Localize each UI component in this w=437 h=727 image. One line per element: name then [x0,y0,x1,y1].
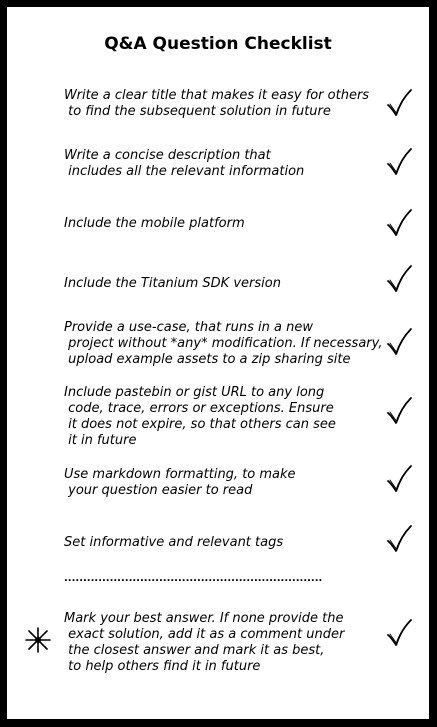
asterisk-star-icon [25,627,51,653]
checkmark-icon [387,265,412,292]
checklist-item-tags: Set informative and relevant tags [64,535,284,550]
checklist-card: Q&A Question Checklist Write a clear tit… [7,7,429,719]
checkmark-icon [387,525,412,552]
checklist-item-description: Write a concise description that include… [64,148,305,179]
checklist-item-sdk: Include the Titanium SDK version [64,276,281,291]
checkmark-icon [387,465,412,492]
checkmark-icon [387,619,412,646]
checklist-item-markdown: Use markdown formatting, to make your qu… [64,467,296,498]
checklist-item-pastebin: Include pastebin or gist URL to any long… [64,385,336,448]
checklist-item-title: Write a clear title that makes it easy f… [64,88,370,119]
checkmark-icon [387,397,412,424]
checklist-item-best-answer: Mark your best answer. If none provide t… [64,611,345,674]
checkmark-icon [387,328,412,355]
checkmark-icon [387,209,412,236]
page-title: Q&A Question Checklist [104,34,332,54]
checklist-item-use-case: Provide a use-case, that runs in a new p… [64,320,383,367]
checklist-item-platform: Include the mobile platform [64,216,245,231]
dotted-separator: ........................................… [64,574,322,584]
checkmark-icon [387,148,412,175]
checkmark-icon [387,89,412,116]
